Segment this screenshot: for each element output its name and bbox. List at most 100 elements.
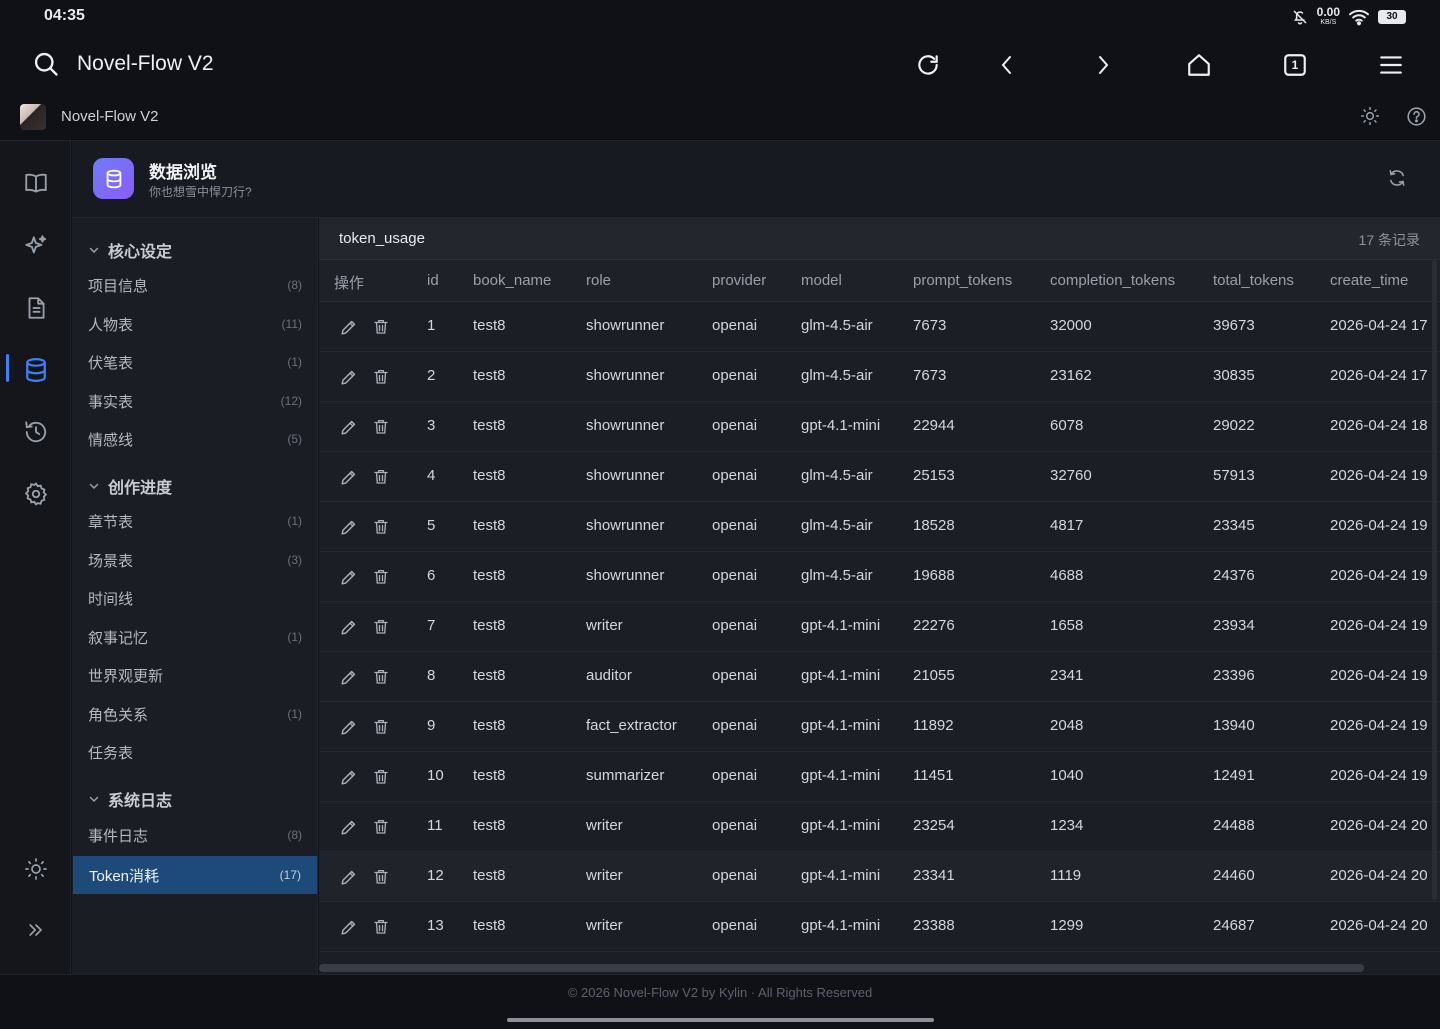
- reload-button[interactable]: [911, 48, 945, 82]
- rail-history[interactable]: [18, 414, 54, 450]
- cell-completion-tokens: 23162: [1050, 367, 1092, 384]
- delete-button[interactable]: [370, 566, 392, 588]
- sidebar-item-tasks[interactable]: 任务表: [72, 733, 318, 771]
- help-button[interactable]: [1406, 106, 1427, 132]
- col-header-prompt-tokens[interactable]: prompt_tokens: [913, 272, 1012, 289]
- edit-button[interactable]: [337, 566, 359, 588]
- cell-book-name: test8: [473, 567, 506, 584]
- cell-book-name: test8: [473, 367, 506, 384]
- group-system-logs[interactable]: 系统日志: [88, 787, 172, 811]
- edit-button[interactable]: [337, 366, 359, 388]
- table-row[interactable]: 5 test8 showrunner openai glm-4.5-air 18528 48…: [319, 502, 1440, 552]
- col-header-completion-tokens[interactable]: completion_tokens: [1050, 272, 1175, 289]
- edit-button[interactable]: [337, 666, 359, 688]
- search-button[interactable]: [32, 50, 60, 83]
- col-header-role[interactable]: role: [586, 272, 611, 289]
- rail-theme[interactable]: [18, 851, 54, 887]
- table-row[interactable]: 2 test8 showrunner openai glm-4.5-air 7673 231…: [319, 352, 1440, 402]
- browser-page-title[interactable]: Novel-Flow V2: [77, 52, 214, 76]
- group-core-settings[interactable]: 核心设定: [88, 238, 172, 262]
- cell-book-name: test8: [473, 467, 506, 484]
- edit-button[interactable]: [337, 616, 359, 638]
- edit-button[interactable]: [337, 316, 359, 338]
- delete-button[interactable]: [370, 716, 392, 738]
- cell-total-tokens: 24687: [1213, 917, 1255, 934]
- sidebar-item-token-usage[interactable]: Token消耗 (17): [73, 856, 317, 894]
- sidebar-item-emotion-lines[interactable]: 情感线 (5): [72, 420, 318, 458]
- delete-button[interactable]: [370, 516, 392, 538]
- col-header-id[interactable]: id: [427, 272, 439, 289]
- table-row[interactable]: 8 test8 auditor openai gpt-4.1-mini 21055 2341…: [319, 652, 1440, 702]
- rail-settings[interactable]: [18, 476, 54, 512]
- delete-button[interactable]: [370, 866, 392, 888]
- sidebar-item-relationships[interactable]: 角色关系 (1): [72, 695, 318, 733]
- sidebar-item-facts[interactable]: 事实表 (12): [72, 382, 318, 420]
- col-header-model[interactable]: model: [801, 272, 842, 289]
- col-header-total-tokens[interactable]: total_tokens: [1213, 272, 1294, 289]
- delete-button[interactable]: [370, 666, 392, 688]
- edit-icon: [340, 370, 355, 385]
- table-row[interactable]: 6 test8 showrunner openai glm-4.5-air 19688 46…: [319, 552, 1440, 602]
- sidebar-item-event-log[interactable]: 事件日志 (8): [72, 816, 318, 854]
- cell-model: gpt-4.1-mini: [801, 417, 881, 434]
- sidebar-item-world-updates[interactable]: 世界观更新: [72, 656, 318, 694]
- delete-button[interactable]: [370, 916, 392, 938]
- table-row[interactable]: 9 test8 fact_extractor openai gpt-4.1-mini 11…: [319, 702, 1440, 752]
- sidebar-item-narrative-memory[interactable]: 叙事记忆 (1): [72, 618, 318, 656]
- table-row[interactable]: 12 test8 writer openai gpt-4.1-mini 23341 1119…: [319, 852, 1440, 902]
- table-row[interactable]: 11 test8 writer openai gpt-4.1-mini 23254 1234…: [319, 802, 1440, 852]
- delete-button[interactable]: [370, 416, 392, 438]
- col-header-create-time[interactable]: create_time: [1330, 272, 1408, 289]
- table-row[interactable]: 7 test8 writer openai gpt-4.1-mini 22276 1658 2…: [319, 602, 1440, 652]
- group-writing-progress[interactable]: 创作进度: [88, 474, 172, 498]
- theme-toggle-button[interactable]: [1360, 106, 1380, 131]
- table-row[interactable]: 4 test8 showrunner openai glm-4.5-air 25153 32…: [319, 452, 1440, 502]
- edit-button[interactable]: [337, 816, 359, 838]
- delete-button[interactable]: [370, 466, 392, 488]
- edit-button[interactable]: [337, 466, 359, 488]
- table-row[interactable]: 3 test8 showrunner openai gpt-4.1-mini 22944 6…: [319, 402, 1440, 452]
- cell-completion-tokens: 1299: [1050, 917, 1084, 934]
- cell-provider: openai: [712, 317, 758, 334]
- avatar[interactable]: [20, 104, 46, 130]
- table-row[interactable]: 13 test8 writer openai gpt-4.1-mini 23388 1299…: [319, 902, 1440, 952]
- rail-documents[interactable]: [18, 290, 54, 326]
- rail-expand[interactable]: [18, 912, 54, 948]
- delete-button[interactable]: [370, 366, 392, 388]
- menu-button[interactable]: [1374, 48, 1408, 82]
- tabs-button[interactable]: 1: [1278, 48, 1312, 82]
- edit-button[interactable]: [337, 866, 359, 888]
- sidebar-item-characters[interactable]: 人物表 (11): [72, 305, 318, 343]
- table-row[interactable]: 1 test8 showrunner openai glm-4.5-air 7673 320…: [319, 302, 1440, 352]
- rail-database[interactable]: [18, 352, 54, 388]
- col-header-book-name[interactable]: book_name: [473, 272, 551, 289]
- edit-button[interactable]: [337, 716, 359, 738]
- forward-button[interactable]: [1086, 48, 1120, 82]
- sidebar-item-chapters[interactable]: 章节表 (1): [72, 502, 318, 540]
- cell-total-tokens: 24488: [1213, 817, 1255, 834]
- delete-button[interactable]: [370, 316, 392, 338]
- vertical-scrollbar[interactable]: [1432, 260, 1437, 900]
- table-row[interactable]: 10 test8 summarizer openai gpt-4.1-mini 11451…: [319, 752, 1440, 802]
- sidebar-item-timeline[interactable]: 时间线: [72, 579, 318, 617]
- delete-button[interactable]: [370, 816, 392, 838]
- horizontal-scrollbar[interactable]: [319, 964, 1364, 972]
- rail-books[interactable]: [18, 165, 54, 201]
- edit-icon: [340, 770, 355, 785]
- delete-button[interactable]: [370, 766, 392, 788]
- refresh-button[interactable]: [1387, 168, 1407, 193]
- cell-role: showrunner: [586, 417, 665, 434]
- home-button[interactable]: [1182, 48, 1216, 82]
- gesture-handle[interactable]: [507, 1018, 934, 1022]
- sidebar-item-foreshadowing[interactable]: 伏笔表 (1): [72, 343, 318, 381]
- sidebar-item-scenes[interactable]: 场景表 (3): [72, 541, 318, 579]
- edit-button[interactable]: [337, 766, 359, 788]
- rail-generate[interactable]: [18, 228, 54, 264]
- edit-button[interactable]: [337, 516, 359, 538]
- back-button[interactable]: [990, 48, 1024, 82]
- col-header-provider[interactable]: provider: [712, 272, 766, 289]
- sidebar-item-project-info[interactable]: 项目信息 (8): [72, 266, 318, 304]
- edit-button[interactable]: [337, 916, 359, 938]
- delete-button[interactable]: [370, 616, 392, 638]
- edit-button[interactable]: [337, 416, 359, 438]
